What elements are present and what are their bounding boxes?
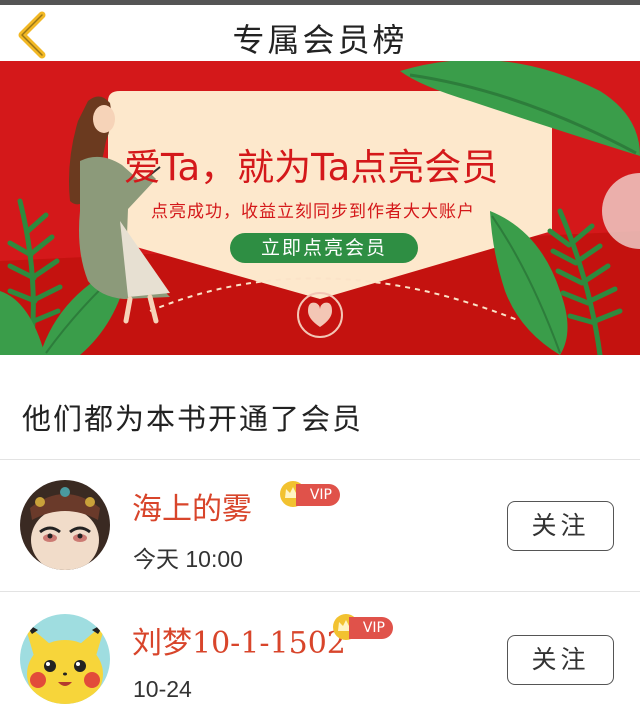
member-time: 10-24 <box>133 676 192 702</box>
avatar[interactable] <box>20 614 110 704</box>
banner-headline: 爱Ta，就为Ta点亮会员 <box>124 146 499 189</box>
follow-button[interactable]: 关注 <box>507 635 614 685</box>
avatar[interactable] <box>20 480 110 570</box>
vip-label: VIP <box>349 617 393 639</box>
page-title: 专属会员榜 <box>232 21 408 59</box>
vip-label: VIP <box>296 484 340 506</box>
vip-badge: VIP <box>333 614 393 640</box>
opera-mask-avatar-icon <box>20 480 110 570</box>
vip-badge: VIP <box>280 481 340 507</box>
banner-subtitle: 点亮成功，收益立刻同步到作者大大账户 <box>151 202 475 222</box>
promo-banner[interactable]: 爱Ta，就为Ta点亮会员 点亮成功，收益立刻同步到作者大大账户 立即点亮会员 <box>0 61 640 355</box>
top-bar: 专属会员榜 <box>0 5 640 61</box>
follow-button[interactable]: 关注 <box>507 501 614 551</box>
pikachu-avatar-icon <box>20 614 110 704</box>
member-row: 海上的雾 VIP 今天 10:00 关注 <box>0 460 640 590</box>
activate-membership-button[interactable]: 立即点亮会员 <box>230 233 418 263</box>
member-name[interactable]: 刘梦10-1-1502 <box>132 618 346 662</box>
member-row: 刘梦10-1-1502 VIP 10-24 关注 <box>0 592 640 722</box>
member-name[interactable]: 海上的雾 <box>132 484 252 528</box>
members-section-title: 他们都为本书开通了会员 <box>22 402 364 436</box>
member-time: 今天 10:00 <box>133 546 243 572</box>
